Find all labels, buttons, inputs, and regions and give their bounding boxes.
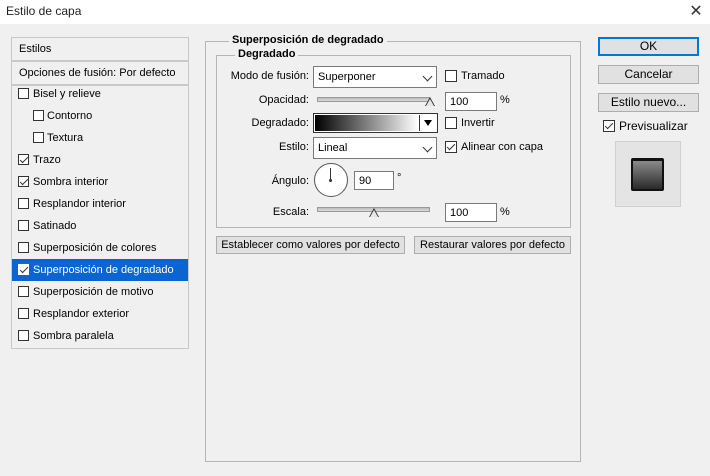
dither-label: Tramado — [461, 70, 505, 82]
style-item-sombra-interior[interactable]: Sombra interior — [12, 171, 188, 193]
style-item-resplandor-interior[interactable]: Resplandor interior — [12, 193, 188, 215]
window-title: Estilo de capa — [6, 4, 82, 18]
style-item-label: Satinado — [33, 220, 77, 232]
style-item-checkbox[interactable] — [18, 330, 29, 341]
style-item-label: Contorno — [47, 110, 93, 122]
cancel-button[interactable]: Cancelar — [598, 65, 699, 84]
style-item-label: Superposición de motivo — [33, 286, 154, 298]
style-item-superposición-de-degradado[interactable]: Superposición de degradado — [12, 259, 188, 281]
style-item-checkbox[interactable] — [18, 242, 29, 253]
angle-unit: ° — [397, 172, 402, 184]
reverse-checkbox[interactable] — [445, 117, 457, 129]
new-style-button[interactable]: Estilo nuevo... — [598, 93, 699, 112]
style-item-checkbox[interactable] — [18, 176, 29, 187]
angle-value: 90 — [359, 175, 372, 187]
panel-title: Superposición de degradado — [229, 34, 387, 46]
preview-label: Previsualizar — [619, 119, 688, 133]
style-item-trazo[interactable]: Trazo — [12, 149, 188, 171]
scale-value: 100 — [450, 207, 469, 219]
triangle-down-icon — [424, 120, 432, 126]
title-bar: Estilo de capa ✕ — [0, 0, 710, 24]
scale-unit: % — [500, 206, 510, 218]
preview-swatch-fill — [633, 161, 662, 189]
align-with-layer-checkbox[interactable] — [445, 141, 457, 153]
blend-mode-label: Modo de fusión: — [230, 70, 309, 82]
reset-default-button[interactable]: Restaurar valores por defecto — [414, 236, 571, 254]
scale-slider-thumb[interactable] — [368, 208, 379, 217]
scale-label: Escala: — [272, 206, 309, 218]
style-item-checkbox[interactable] — [18, 264, 29, 275]
scale-input[interactable]: 100 — [445, 203, 497, 222]
blending-options[interactable]: Opciones de fusión: Por defecto — [11, 61, 189, 85]
gradient-picker[interactable] — [313, 113, 438, 133]
style-item-label: Sombra interior — [33, 176, 109, 188]
blending-options-label: Opciones de fusión: Por defecto — [19, 67, 176, 79]
style-item-label: Resplandor exterior — [33, 308, 129, 320]
style-item-checkbox[interactable] — [18, 220, 29, 231]
ok-button[interactable]: OK — [598, 37, 699, 56]
styles-header-label: Estilos — [19, 43, 52, 55]
chevron-down-icon — [422, 142, 433, 153]
style-value: Lineal — [318, 142, 348, 154]
style-item-checkbox[interactable] — [18, 308, 29, 319]
dither-checkbox[interactable] — [445, 70, 457, 82]
angle-dial[interactable] — [314, 163, 348, 197]
angle-label: Ángulo: — [271, 175, 309, 187]
blend-mode-value: Superponer — [318, 71, 376, 83]
close-icon[interactable]: ✕ — [684, 1, 708, 23]
style-item-label: Superposición de degradado — [33, 264, 174, 276]
style-item-satinado[interactable]: Satinado — [12, 215, 188, 237]
opacity-slider-track[interactable] — [317, 97, 430, 102]
opacity-input[interactable]: 100 — [445, 92, 497, 111]
blend-mode-dropdown[interactable]: Superponer — [313, 66, 437, 88]
style-item-label: Textura — [47, 132, 84, 144]
opacity-slider-thumb[interactable] — [425, 97, 435, 106]
preview-checkbox[interactable] — [603, 120, 615, 132]
style-preview — [615, 141, 681, 207]
gradient-dropdown-button[interactable] — [419, 115, 436, 131]
style-item-checkbox[interactable] — [18, 198, 29, 209]
angle-center-dot — [329, 179, 332, 182]
style-dropdown[interactable]: Lineal — [313, 137, 437, 159]
gradient-label: Degradado: — [251, 117, 310, 129]
style-item-contorno[interactable]: Contorno — [12, 105, 188, 127]
chevron-down-icon — [422, 71, 433, 82]
style-item-bisel-y-relieve[interactable]: Bisel y relieve — [12, 83, 188, 105]
style-item-sombra-paralela[interactable]: Sombra paralela — [12, 325, 188, 347]
style-item-superposición-de-motivo[interactable]: Superposición de motivo — [12, 281, 188, 303]
align-with-layer-label: Alinear con capa — [461, 141, 543, 153]
style-item-label: Resplandor interior — [33, 198, 126, 210]
styles-header[interactable]: Estilos — [11, 37, 189, 61]
style-item-label: Trazo — [33, 154, 61, 166]
style-item-checkbox[interactable] — [18, 286, 29, 297]
style-item-checkbox[interactable] — [33, 110, 44, 121]
angle-input[interactable]: 90 — [354, 171, 394, 190]
style-item-textura[interactable]: Textura — [12, 127, 188, 149]
preview-swatch-border — [631, 158, 664, 191]
set-default-button[interactable]: Establecer como valores por defecto — [216, 236, 405, 254]
style-item-checkbox[interactable] — [18, 154, 29, 165]
style-item-checkbox[interactable] — [18, 88, 29, 99]
opacity-value: 100 — [450, 96, 469, 108]
reverse-label: Invertir — [461, 117, 495, 129]
opacity-unit: % — [500, 94, 510, 106]
gradient-preview[interactable] — [315, 115, 418, 131]
gradient-group-title: Degradado — [235, 48, 299, 60]
style-item-label: Bisel y relieve — [33, 88, 101, 100]
style-label: Estilo: — [279, 141, 309, 153]
style-item-label: Superposición de colores — [33, 242, 157, 254]
style-item-superposición-de-colores[interactable]: Superposición de colores — [12, 237, 188, 259]
opacity-label: Opacidad: — [258, 94, 309, 106]
style-item-resplandor-exterior[interactable]: Resplandor exterior — [12, 303, 188, 325]
style-item-checkbox[interactable] — [33, 132, 44, 143]
style-item-label: Sombra paralela — [33, 330, 114, 342]
